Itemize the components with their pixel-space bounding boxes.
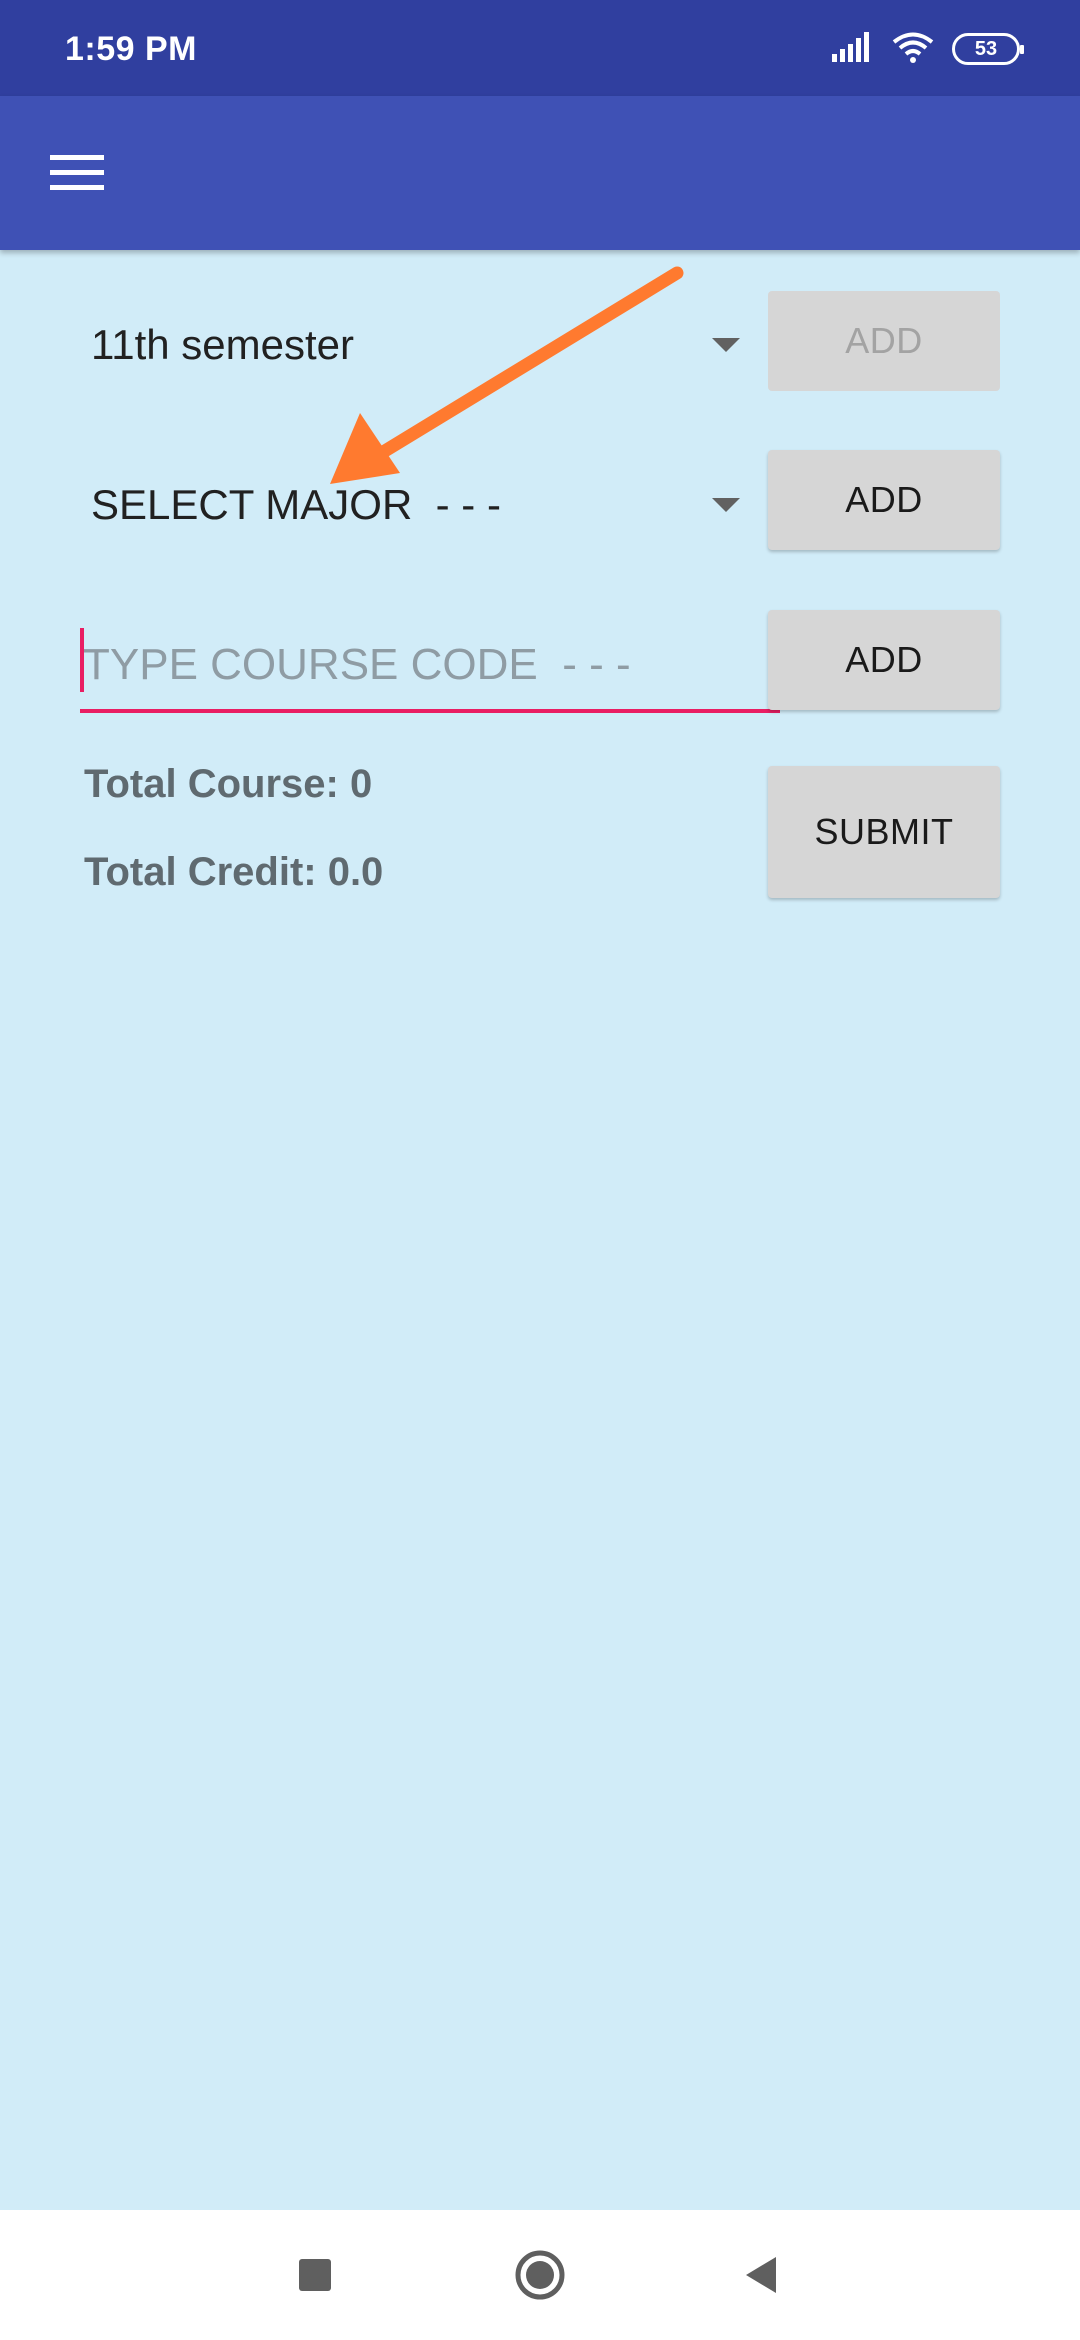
course-add-button[interactable]: ADD — [768, 610, 1000, 710]
status-time: 1:59 PM — [65, 30, 197, 68]
annotation-arrow-icon — [330, 266, 684, 484]
battery-icon: 53 — [952, 33, 1024, 65]
app-bar — [0, 96, 1080, 250]
course-form: 11th semester ADD SELECT MAJOR - - - ADD… — [0, 250, 1080, 2210]
course-code-input[interactable] — [80, 610, 780, 710]
total-credit-label: Total Credit: 0.0 — [84, 850, 384, 894]
major-add-button[interactable]: ADD — [768, 450, 1000, 550]
course-code-underline — [80, 709, 780, 713]
semester-add-button[interactable]: ADD — [768, 291, 1000, 391]
hamburger-menu-icon[interactable] — [36, 132, 118, 214]
status-icons: 53 — [832, 28, 1024, 70]
status-bar: 1:59 PM 53 — [0, 0, 1080, 96]
submit-button[interactable]: SUBMIT — [768, 766, 1000, 898]
back-triangle-icon[interactable] — [732, 2245, 792, 2305]
course-code-field[interactable] — [80, 610, 780, 710]
recents-square-icon[interactable] — [285, 2245, 345, 2305]
signal-icon — [832, 31, 874, 67]
text-cursor — [80, 628, 84, 692]
dropdown-arrow-icon — [712, 338, 740, 352]
home-circle-icon[interactable] — [510, 2245, 570, 2305]
wifi-icon — [892, 31, 934, 68]
system-nav-bar — [0, 2210, 1080, 2340]
dropdown-arrow-icon — [712, 498, 740, 512]
total-course-label: Total Course: 0 — [84, 762, 373, 806]
